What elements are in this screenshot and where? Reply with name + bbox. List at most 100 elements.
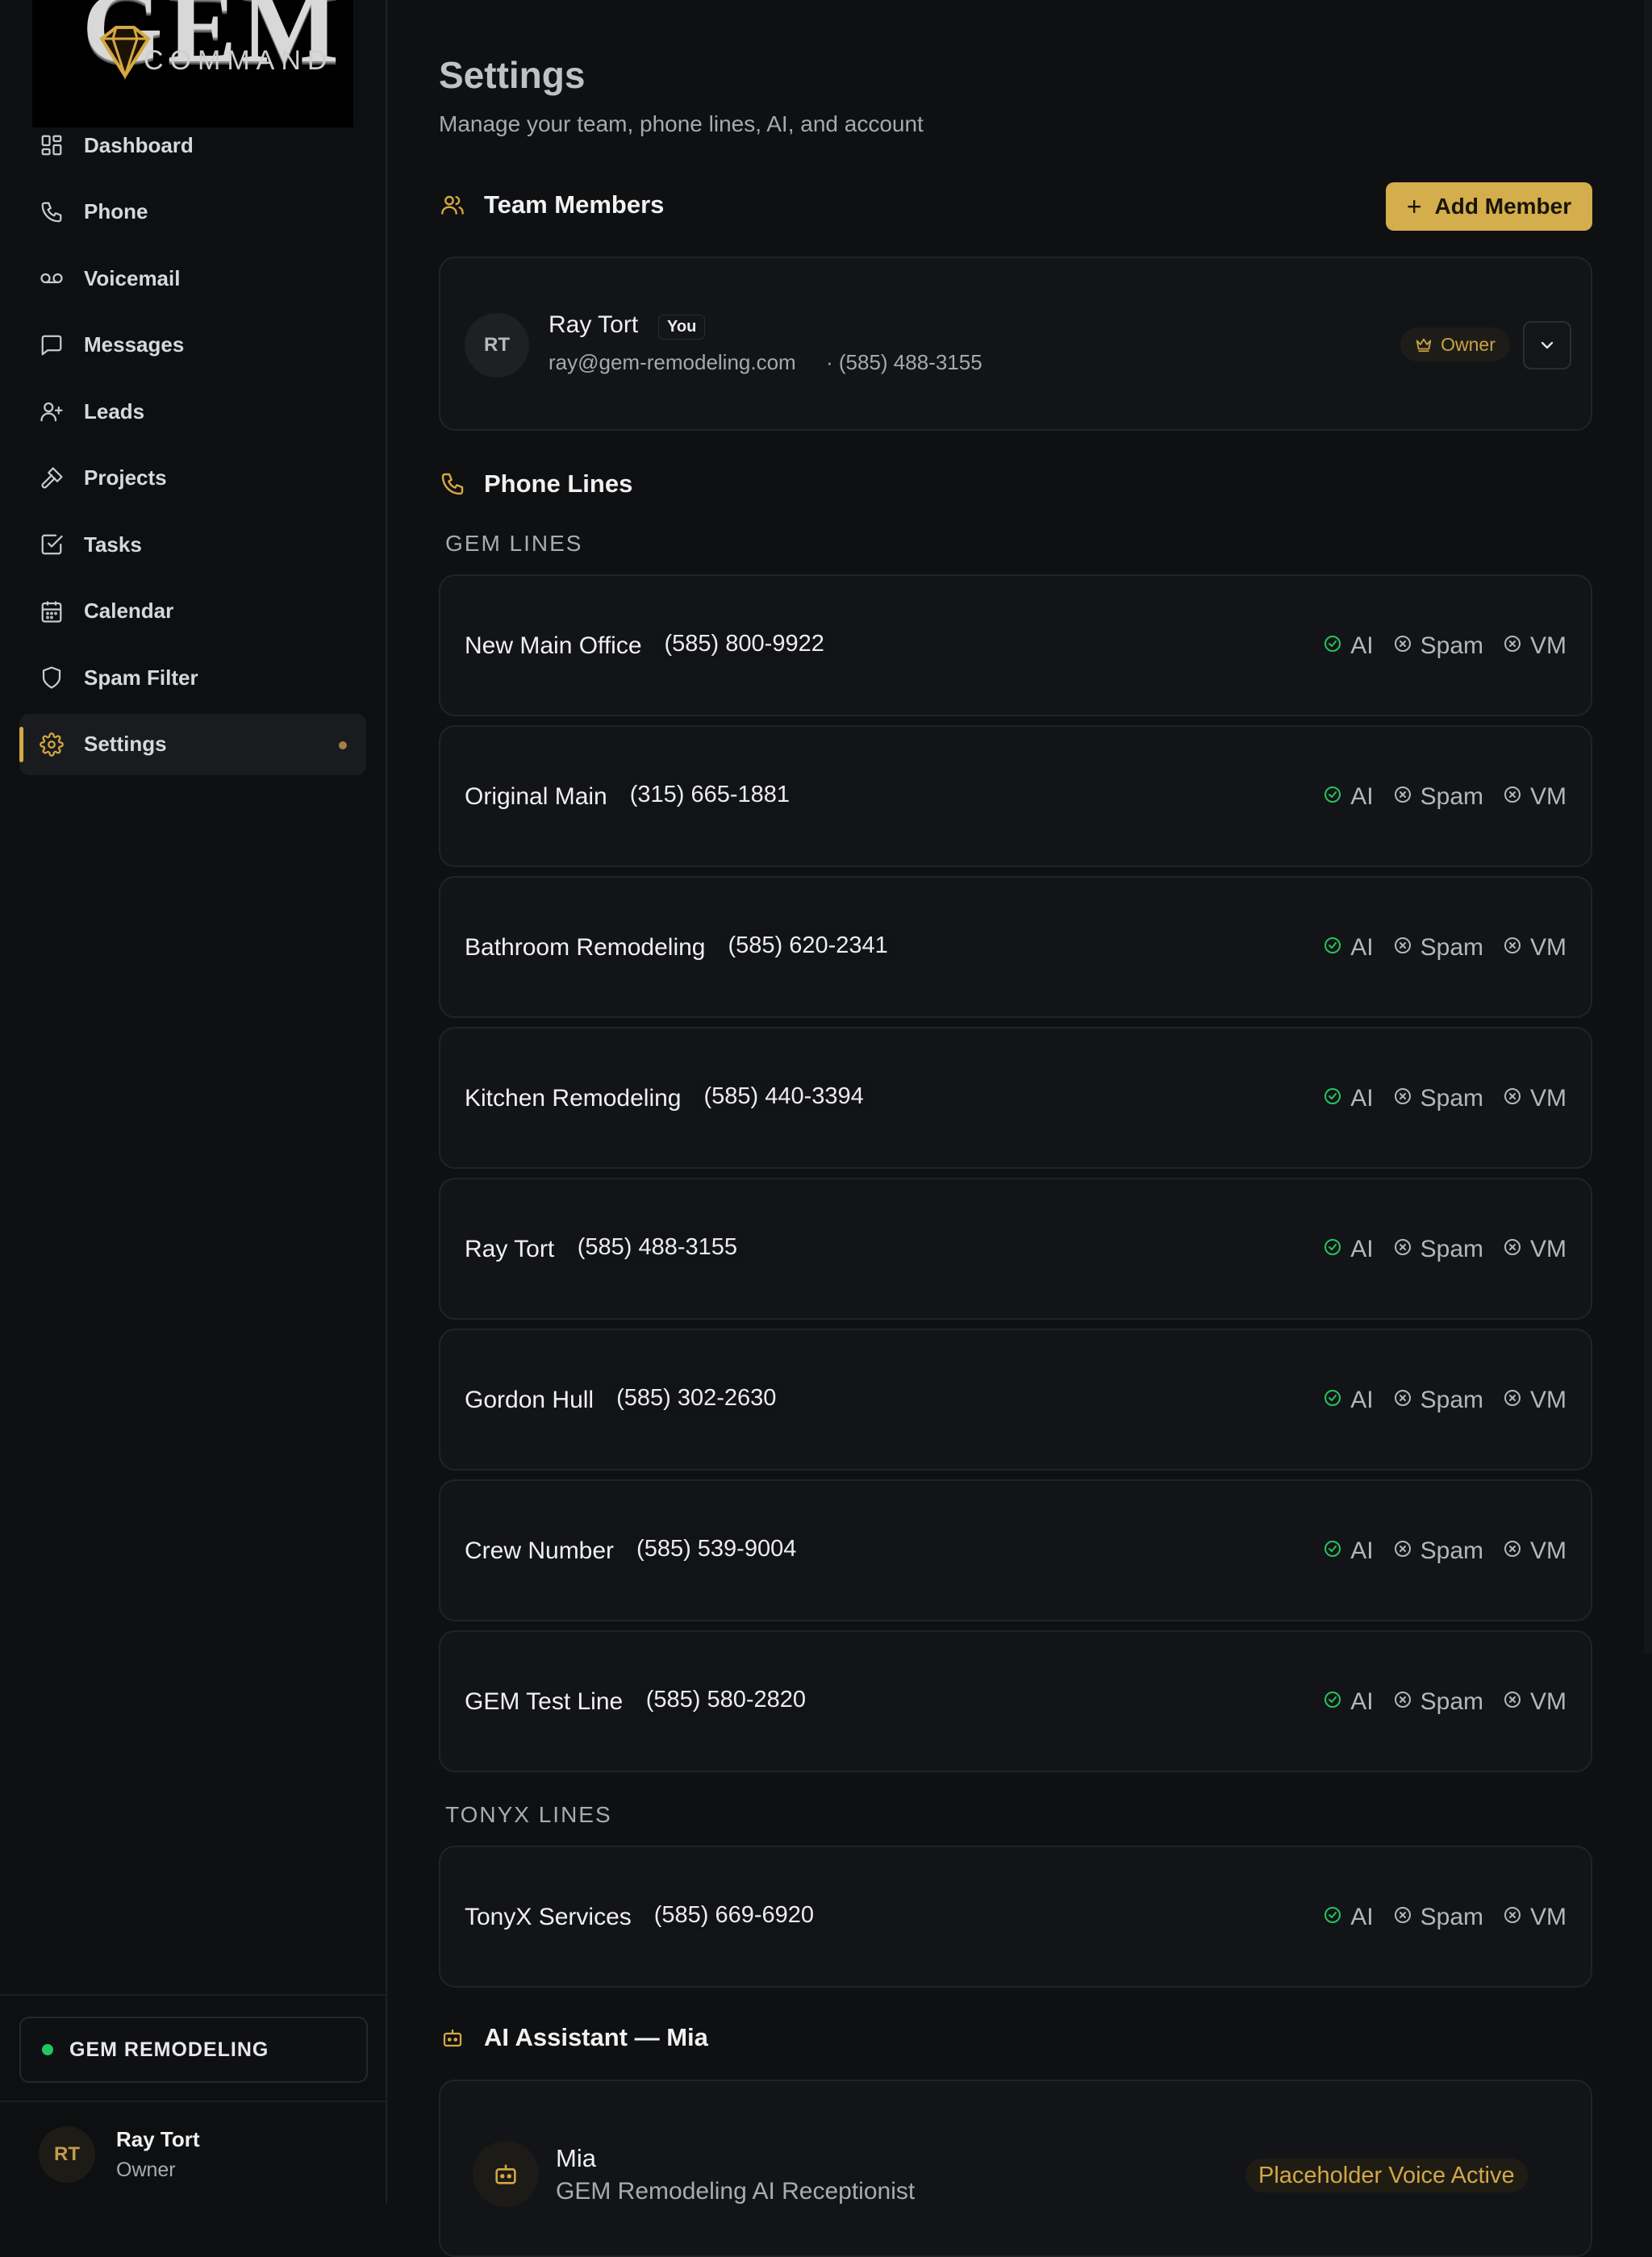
line-number: (585) 669-6920	[645, 1899, 823, 1932]
sidebar-item-settings[interactable]: Settings	[19, 713, 366, 775]
sidebar-item-label: Phone	[84, 199, 148, 223]
status-dot	[42, 2044, 53, 2055]
vm-flag[interactable]: VM	[1503, 1537, 1566, 1565]
x-circle-icon	[1393, 1236, 1420, 1263]
vm-flag[interactable]: VM	[1503, 1236, 1566, 1263]
user-name: Ray Tort	[116, 2127, 200, 2151]
vm-flag[interactable]: VM	[1503, 1387, 1566, 1414]
vm-flag[interactable]: VM	[1503, 783, 1566, 811]
sidebar-item-messages[interactable]: Messages	[19, 315, 366, 376]
sidebar-item-spam-filter[interactable]: Spam Filter	[19, 647, 366, 708]
user-card[interactable]: RT Ray Tort Owner	[39, 2126, 200, 2183]
team-section-title: Team Members	[484, 190, 665, 219]
check-circle-icon	[1323, 1236, 1350, 1263]
scrollbar[interactable]	[1644, 0, 1652, 1654]
ai-flag[interactable]: AI	[1323, 783, 1374, 811]
spam-flag[interactable]: Spam	[1393, 1387, 1483, 1414]
ai-flag[interactable]: AI	[1323, 1236, 1374, 1263]
phone-lines-section-header: Phone Lines	[439, 469, 632, 499]
vm-flag[interactable]: VM	[1503, 1085, 1566, 1112]
line-name: New Main Office	[465, 632, 642, 659]
voicemail-icon	[37, 264, 66, 293]
sidebar-item-leads[interactable]: Leads	[19, 381, 366, 442]
ai-flag[interactable]: AI	[1323, 1387, 1374, 1414]
brand-logo[interactable]: GEM COMMAND	[32, 0, 353, 127]
spam-flag[interactable]: Spam	[1393, 1904, 1483, 1931]
spam-flag[interactable]: Spam	[1393, 632, 1483, 660]
line-name: Kitchen Remodeling	[465, 1085, 682, 1112]
check-circle-icon	[1323, 1085, 1350, 1112]
sidebar-item-dashboard[interactable]: Dashboard	[19, 115, 366, 176]
x-circle-icon	[1393, 1387, 1420, 1414]
line-flags: AI Spam VM	[1304, 1688, 1566, 1716]
sidebar-item-phone[interactable]: Phone	[19, 181, 366, 243]
phone-line-row[interactable]: GEM Test Line (585) 580-2820 AI Spam VM	[439, 1630, 1592, 1772]
vm-flag[interactable]: VM	[1503, 1688, 1566, 1716]
hammer-icon	[37, 464, 66, 493]
line-number: (315) 665-1881	[621, 778, 799, 811]
active-indicator	[339, 741, 347, 749]
ai-flag[interactable]: AI	[1323, 1085, 1374, 1112]
message-icon	[37, 331, 66, 360]
ai-flag[interactable]: AI	[1323, 1688, 1374, 1716]
org-badge[interactable]: GEM REMODELING	[19, 2017, 368, 2083]
phone-line-row[interactable]: Bathroom Remodeling (585) 620-2341 AI Spam V…	[439, 876, 1592, 1018]
vm-flag[interactable]: VM	[1503, 1904, 1566, 1931]
ai-flag[interactable]: AI	[1323, 1904, 1374, 1931]
spam-flag[interactable]: Spam	[1393, 1537, 1483, 1565]
crown-icon	[1416, 338, 1432, 353]
users-icon	[439, 191, 466, 219]
vm-flag[interactable]: VM	[1503, 632, 1566, 660]
page-subtitle: Manage your team, phone lines, AI, and a…	[439, 111, 924, 136]
sidebar-item-label: Tasks	[84, 532, 142, 557]
sidebar-item-label: Projects	[84, 465, 167, 490]
phone-line-row[interactable]: Gordon Hull (585) 302-2630 AI Spam VM	[439, 1329, 1592, 1471]
x-circle-icon	[1503, 1387, 1530, 1414]
spam-flag[interactable]: Spam	[1393, 1085, 1483, 1112]
line-name: TonyX Services	[465, 1904, 632, 1930]
sidebar-item-label: Spam Filter	[84, 665, 198, 690]
role-badge: Owner	[1400, 327, 1510, 361]
phone-line-row[interactable]: Crew Number (585) 539-9004 AI Spam VM	[439, 1479, 1592, 1621]
line-flags: AI Spam VM	[1304, 934, 1566, 962]
sidebar-item-voicemail[interactable]: Voicemail	[19, 248, 366, 309]
spam-flag[interactable]: Spam	[1393, 783, 1483, 811]
check-circle-icon	[1323, 1688, 1350, 1716]
add-member-button[interactable]: + Add Member	[1386, 182, 1592, 231]
member-expand-button[interactable]	[1523, 321, 1571, 369]
phone-line-row[interactable]: TonyX Services (585) 669-6920 AI Spam VM	[439, 1846, 1592, 1988]
member-avatar: RT	[465, 313, 529, 378]
line-number: (585) 302-2630	[608, 1382, 785, 1415]
x-circle-icon	[1503, 783, 1530, 811]
check-circle-icon	[1323, 783, 1350, 811]
spam-flag[interactable]: Spam	[1393, 1236, 1483, 1263]
ai-flag[interactable]: AI	[1323, 1537, 1374, 1565]
phone-line-row[interactable]: New Main Office (585) 800-9922 AI Spam VM	[439, 574, 1592, 716]
x-circle-icon	[1393, 783, 1420, 811]
line-flags: AI Spam VM	[1304, 1236, 1566, 1263]
ai-assistant-card[interactable]: Mia GEM Remodeling AI Receptionist Place…	[439, 2080, 1592, 2257]
assistant-name: Mia	[556, 2144, 596, 2172]
x-circle-icon	[1393, 1904, 1420, 1931]
user-plus-icon	[37, 397, 66, 426]
voice-status-badge: Placeholder Voice Active	[1245, 2159, 1528, 2192]
line-name: Bathroom Remodeling	[465, 934, 706, 961]
line-number: (585) 488-3155	[569, 1231, 746, 1264]
phone-line-row[interactable]: Original Main (315) 665-1881 AI Spam VM	[439, 725, 1592, 867]
phone-line-row[interactable]: Ray Tort (585) 488-3155 AI Spam VM	[439, 1178, 1592, 1320]
x-circle-icon	[1503, 1236, 1530, 1263]
phone-line-row[interactable]: Kitchen Remodeling (585) 440-3394 AI Spam VM	[439, 1027, 1592, 1169]
line-number: (585) 580-2820	[637, 1683, 815, 1717]
line-name: Original Main	[465, 783, 607, 810]
ai-flag[interactable]: AI	[1323, 934, 1374, 962]
sidebar-item-tasks[interactable]: Tasks	[19, 514, 366, 575]
sidebar-item-label: Dashboard	[84, 132, 194, 157]
sidebar-item-calendar[interactable]: Calendar	[19, 581, 366, 642]
sidebar-item-projects[interactable]: Projects	[19, 448, 366, 509]
x-circle-icon	[1503, 1904, 1530, 1931]
spam-flag[interactable]: Spam	[1393, 1688, 1483, 1716]
ai-flag[interactable]: AI	[1323, 632, 1374, 660]
spam-flag[interactable]: Spam	[1393, 934, 1483, 962]
checkbox-icon	[37, 530, 66, 559]
vm-flag[interactable]: VM	[1503, 934, 1566, 962]
